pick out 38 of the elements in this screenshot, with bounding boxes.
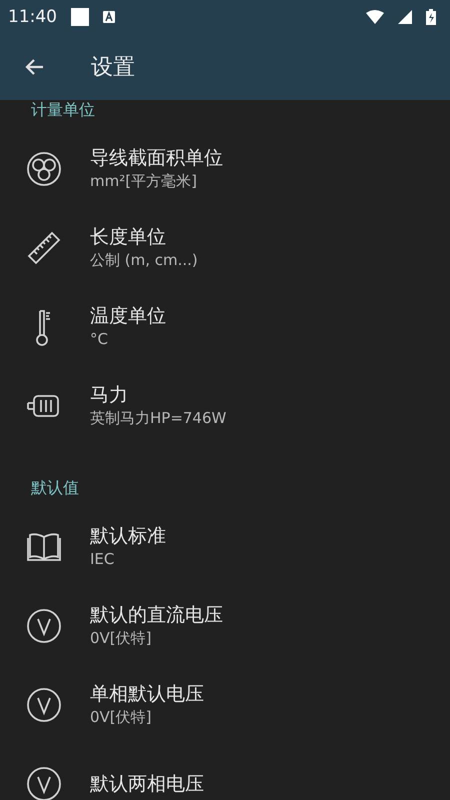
section-header: 计量单位 (30, 100, 95, 121)
battery-icon (426, 9, 436, 25)
setting-title: 长度单位 (90, 225, 167, 249)
status-time: 11:40 (8, 7, 57, 27)
setting-title: 单相默认电压 (90, 682, 204, 706)
setting-title: 默认两相电压 (90, 772, 204, 796)
setting-value: 0V[伏特] (90, 707, 153, 728)
settings-item[interactable]: 默认标准 IEC (0, 510, 450, 589)
setting-value: IEC (90, 549, 116, 570)
settings-item[interactable]: 马力 英制马力HP=746W (0, 369, 450, 448)
notification-icon (71, 8, 89, 26)
setting-title: 默认标准 (90, 524, 166, 548)
voltage-icon (26, 766, 62, 800)
book-icon (26, 531, 62, 563)
signal-icon (398, 10, 412, 24)
settings-item[interactable]: 长度单位 公制 (m, cm...) (0, 211, 450, 290)
setting-value: mm²[平方毫米] (90, 171, 198, 192)
voltage-icon (26, 687, 62, 723)
setting-value: °C (90, 329, 109, 350)
keyboard-notification-icon (103, 11, 115, 23)
setting-title: 导线截面积单位 (90, 146, 223, 170)
setting-value: 英制马力HP=746W (90, 408, 226, 429)
setting-title: 马力 (90, 383, 129, 407)
cable-cross-section-icon (26, 151, 62, 187)
section-header: 默认值 (30, 477, 79, 499)
settings-item[interactable]: 默认的直流电压 0V[伏特] (0, 589, 450, 668)
setting-title: 默认的直流电压 (90, 603, 223, 627)
settings-item[interactable]: 默认两相电压 (0, 747, 450, 800)
setting-value: 0V[伏特] (90, 628, 153, 649)
toolbar-title: 设置 (91, 54, 135, 82)
settings-item[interactable]: 导线截面积单位 mm²[平方毫米] (0, 132, 450, 211)
voltage-icon (26, 608, 62, 644)
setting-value: 公制 (m, cm...) (90, 250, 198, 271)
wifi-icon (366, 10, 384, 24)
settings-item[interactable]: 单相默认电压 0V[伏特] (0, 668, 450, 747)
setting-title: 温度单位 (90, 304, 166, 328)
settings-item[interactable]: 温度单位 °C (0, 290, 450, 369)
ruler-icon (26, 230, 62, 266)
